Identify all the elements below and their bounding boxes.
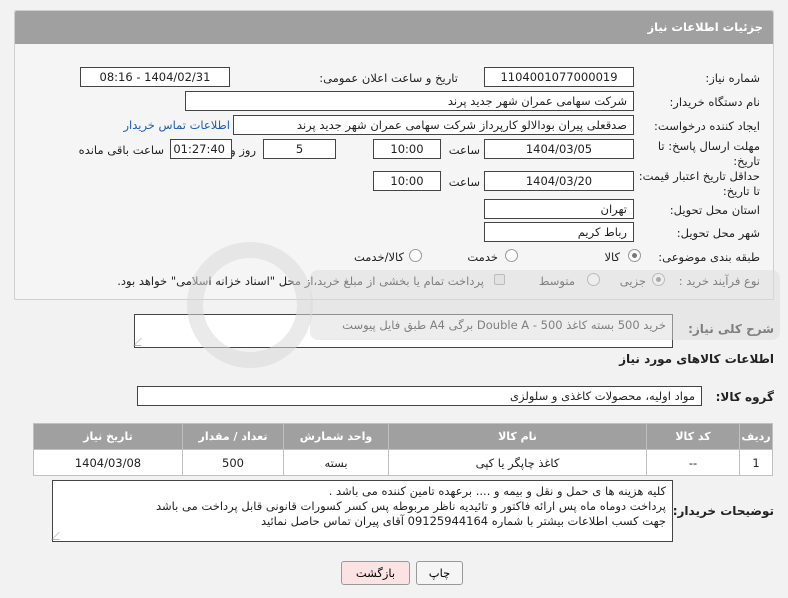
buyer-org-label: نام دستگاه خریدار:: [669, 95, 760, 109]
treasury-payment-checkbox[interactable]: [494, 274, 505, 285]
col-unit: واحد شمارش: [283, 423, 389, 450]
cell-name: کاغذ چاپگر یا کپی: [388, 449, 647, 476]
resize-handle[interactable]: [51, 532, 67, 540]
category-radio-goods-service[interactable]: [409, 249, 422, 262]
requester-field[interactable]: صدقعلی پیران بودالالو کارپرداز شرکت سهام…: [233, 115, 634, 135]
buyer-org-field[interactable]: شرکت سهامی عمران شهر جدید پرند: [185, 91, 634, 111]
time-remaining-label: ساعت باقی مانده: [78, 143, 164, 157]
province-field[interactable]: تهران: [484, 199, 634, 219]
table-row[interactable]: 1 -- کاغذ چاپگر یا کپی بسته 500 1404/03/…: [33, 449, 773, 476]
col-qty: تعداد / مقدار: [182, 423, 284, 450]
category-option-goods: کالا: [604, 250, 620, 264]
category-option-goods-service: کالا/خدمت: [353, 250, 404, 264]
city-field[interactable]: رباط کریم: [484, 222, 634, 242]
notes-line-2: پرداخت دوماه ماه پس ارائه فاکتور و تائید…: [156, 499, 666, 513]
resize-handle[interactable]: [133, 338, 149, 346]
print-button[interactable]: چاپ: [416, 561, 463, 585]
buyer-notes-label: توضیحات خریدار:: [672, 504, 774, 518]
reply-time-field[interactable]: 10:00: [373, 139, 441, 159]
col-name: نام کالا: [388, 423, 647, 450]
province-label: استان محل تحویل:: [669, 203, 760, 217]
days-remaining-field[interactable]: 5: [263, 139, 336, 159]
category-radio-goods[interactable]: [628, 249, 641, 262]
need-number-label: شماره نیاز:: [705, 71, 760, 85]
back-button[interactable]: بازگشت: [341, 561, 410, 585]
cell-qty: 500: [182, 449, 284, 476]
panel-header: جزئیات اطلاعات نیاز: [15, 11, 773, 44]
page-title: جزئیات اطلاعات نیاز: [647, 20, 763, 34]
cell-unit: بسته: [283, 449, 389, 476]
col-date: تاریخ نیاز: [33, 423, 183, 450]
summary-label: شرح کلی نیاز:: [688, 322, 774, 336]
city-label: شهر محل تحویل:: [676, 226, 760, 240]
goods-table: ردیف کد کالا نام کالا واحد شمارش تعداد /…: [33, 423, 773, 476]
process-option-medium: متوسط: [538, 274, 575, 288]
col-code: کد کالا: [646, 423, 740, 450]
summary-text: خرید 500 بسته کاغذ Double A - 500 برگی A…: [342, 318, 666, 332]
announce-date-label: تاریخ و ساعت اعلان عمومی:: [319, 71, 458, 85]
goods-section-title: اطلاعات کالاهای مورد نیاز: [619, 352, 774, 366]
reply-time-label: ساعت: [448, 143, 480, 157]
treasury-payment-note: پرداخت تمام یا بخشی از مبلغ خرید،از محل …: [117, 274, 484, 288]
category-option-service: خدمت: [467, 250, 498, 264]
process-option-minor: جزیی: [619, 274, 646, 288]
cell-row: 1: [739, 449, 773, 476]
requester-label: ایجاد کننده درخواست:: [654, 119, 760, 133]
price-validity-time-field[interactable]: 10:00: [373, 171, 441, 191]
goods-group-label: گروه کالا:: [715, 390, 774, 404]
time-remaining-field[interactable]: 01:27:40: [170, 139, 232, 159]
buyer-contact-link[interactable]: اطلاعات تماس خریدار: [123, 118, 230, 132]
cell-code: --: [646, 449, 740, 476]
price-validity-label: حداقل تاریخ اعتبار قیمت: تا تاریخ:: [638, 169, 760, 198]
notes-line-1: کلیه هزینه ها ی حمل و نقل و بیمه و .... …: [328, 484, 666, 498]
table-header-row: ردیف کد کالا نام کالا واحد شمارش تعداد /…: [33, 423, 773, 450]
summary-textarea[interactable]: خرید 500 بسته کاغذ Double A - 500 برگی A…: [133, 314, 673, 348]
process-radio-minor[interactable]: [652, 273, 665, 286]
need-number-field[interactable]: 1104001077000019: [484, 67, 634, 87]
days-label: روز و: [230, 143, 256, 157]
goods-group-field[interactable]: مواد اولیه، محصولات کاغذی و سلولزی: [137, 386, 702, 406]
category-label: طبقه بندی موضوعی:: [658, 250, 760, 264]
buyer-notes-textarea[interactable]: کلیه هزینه ها ی حمل و نقل و بیمه و .... …: [51, 480, 673, 542]
price-validity-date-field[interactable]: 1404/03/20: [484, 171, 634, 191]
cell-date: 1404/03/08: [33, 449, 183, 476]
category-radio-service[interactable]: [505, 249, 518, 262]
price-validity-time-label: ساعت: [448, 175, 480, 189]
notes-line-3: جهت کسب اطلاعات بیشتر با شماره 091259441…: [260, 514, 666, 528]
process-label: نوع فرآیند خرید :: [678, 274, 760, 288]
reply-deadline-label: مهلت ارسال پاسخ: تا تاریخ:: [657, 139, 760, 168]
reply-date-field[interactable]: 1404/03/05: [484, 139, 634, 159]
announce-date-field[interactable]: 1404/02/31 - 08:16: [80, 67, 230, 87]
process-radio-medium[interactable]: [587, 273, 600, 286]
col-row: ردیف: [739, 423, 773, 450]
